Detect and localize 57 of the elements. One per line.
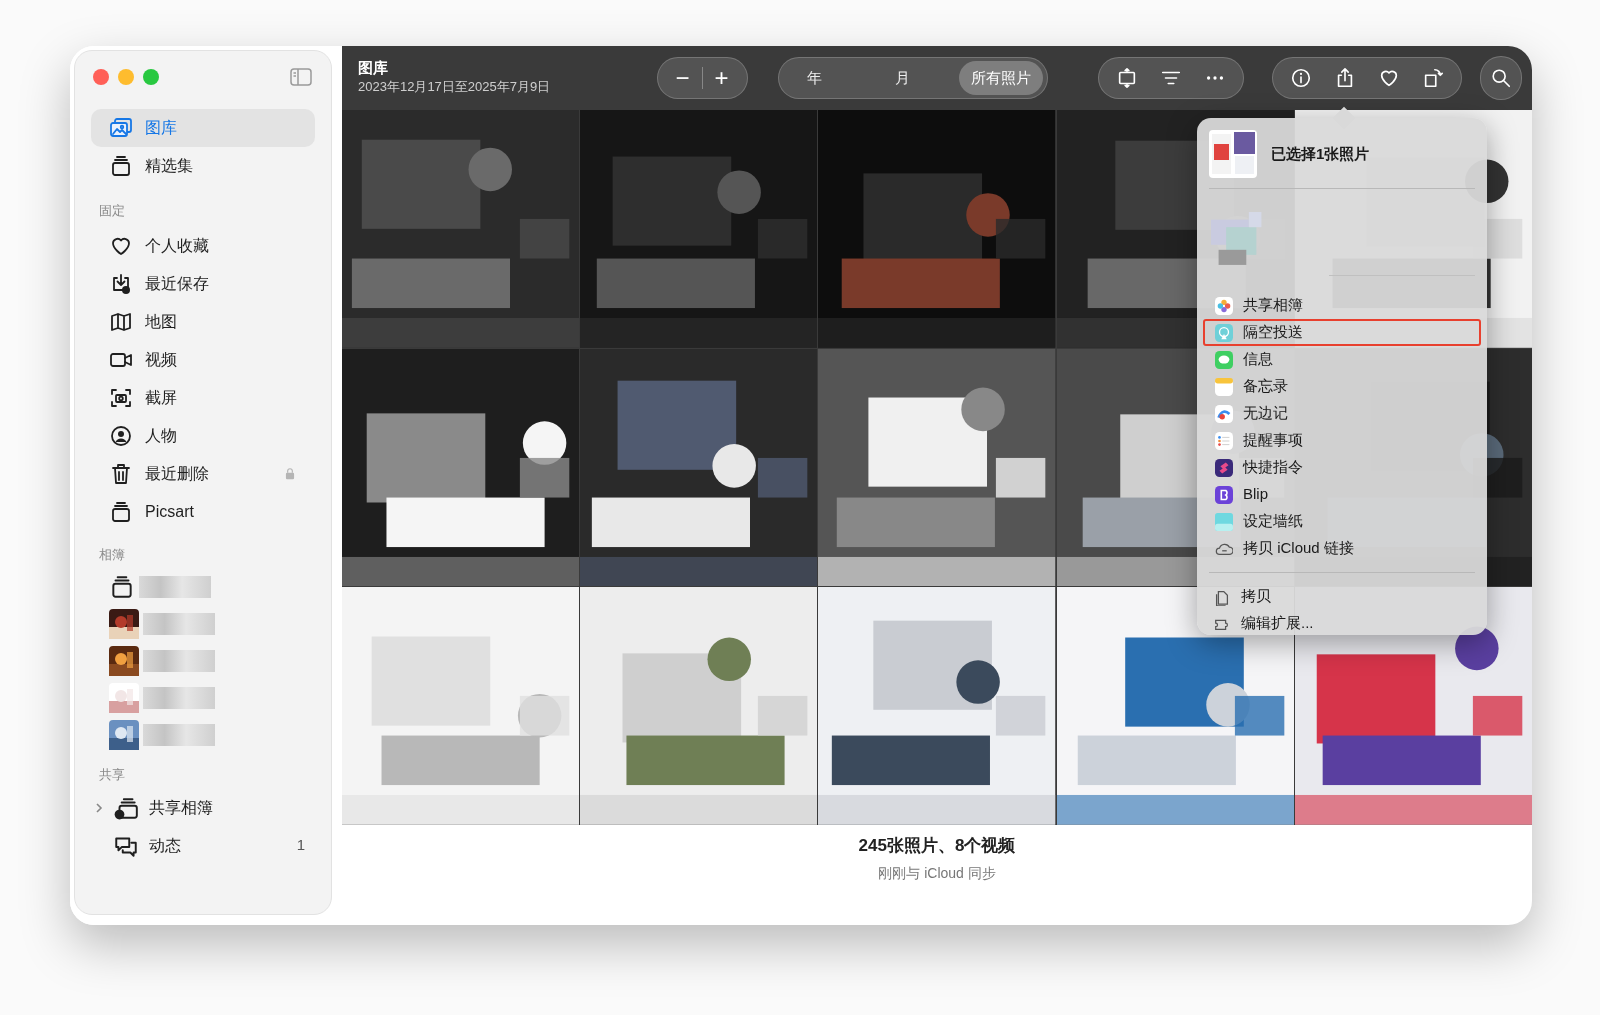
window-title: 图库 [358,59,389,78]
stack-icon [109,499,133,524]
view-tab[interactable]: 所有照片 [958,61,1043,95]
section-heading: 相簿 [98,545,126,564]
sidebar-toggle-icon[interactable] [289,65,313,89]
sidebar-item[interactable]: 地图 [91,302,315,341]
sidebar-item[interactable]: 视频 [91,340,315,379]
person-icon [109,423,133,448]
sidebar-item[interactable]: 精选集 [91,147,315,185]
blurred-label [143,686,215,709]
menu-item[interactable]: 拷贝 iCloud 链接 [1203,535,1481,562]
selection-title: 已选择1张照片 [1271,143,1370,164]
sidebar-item[interactable]: 个人收藏 [91,226,315,265]
sidebar-item[interactable]: 截屏 [91,378,315,417]
blurred-label [139,575,211,598]
info-icon[interactable] [1289,67,1312,89]
notepad-icon [1215,377,1233,396]
search-icon[interactable] [1489,67,1512,89]
menu-item[interactable]: 备忘录 [1203,373,1481,400]
checklist-icon [1215,431,1233,450]
wallpaper-icon [1215,512,1233,531]
menu-item[interactable]: 设定墙纸 [1203,508,1481,535]
layers-icon [1215,458,1233,477]
menu-item[interactable]: 快捷指令 [1203,454,1481,481]
stack-icon [109,573,135,600]
menu-item[interactable]: 提醒事项 [1203,427,1481,454]
menu-item[interactable]: 编辑扩展... [1209,610,1475,637]
menu-item[interactable]: 拷贝 [1209,583,1475,610]
section-heading: 固定 [98,202,126,220]
close-button[interactable] [93,69,109,85]
menu-item[interactable]: Blip [1203,481,1481,508]
sidebar-item[interactable]: 最近保存 [91,264,315,303]
photos-icon [109,116,133,140]
blurred-label [143,723,215,746]
trash-icon [109,461,133,486]
sidebar-item[interactable]: 动态 1 [87,826,313,865]
view-tab[interactable]: 月 [870,61,934,95]
sidebar-item[interactable]: 人物 [91,416,315,455]
section-heading: 共享 [98,766,126,784]
sidebar-item[interactable]: 共享相簿 [87,788,313,827]
view-tab[interactable]: 年 [782,61,846,95]
speech-bubble-icon [1215,350,1233,369]
menu-item[interactable]: 信息 [1203,346,1481,373]
date-range: 2023年12月17日至2025年7月9日 [358,78,552,97]
photo-count: 245张照片、8个视频 [858,835,1016,857]
menu-item[interactable]: 无边记 [1203,400,1481,427]
stack-icon [109,154,133,178]
sidebar-item[interactable]: Picsart [91,492,315,531]
zoom-in-button[interactable]: + [702,60,741,96]
sidebar-item[interactable]: 最近删除 [91,454,315,493]
zoom-out-button[interactable]: − [663,60,702,96]
blurred-label [143,612,215,635]
app-icon [1215,485,1233,504]
blurred-label [143,649,215,672]
sync-status: 刚刚与 iCloud 同步 [878,863,996,883]
item-count: 1 [296,835,305,856]
scribble-icon [1215,404,1233,423]
